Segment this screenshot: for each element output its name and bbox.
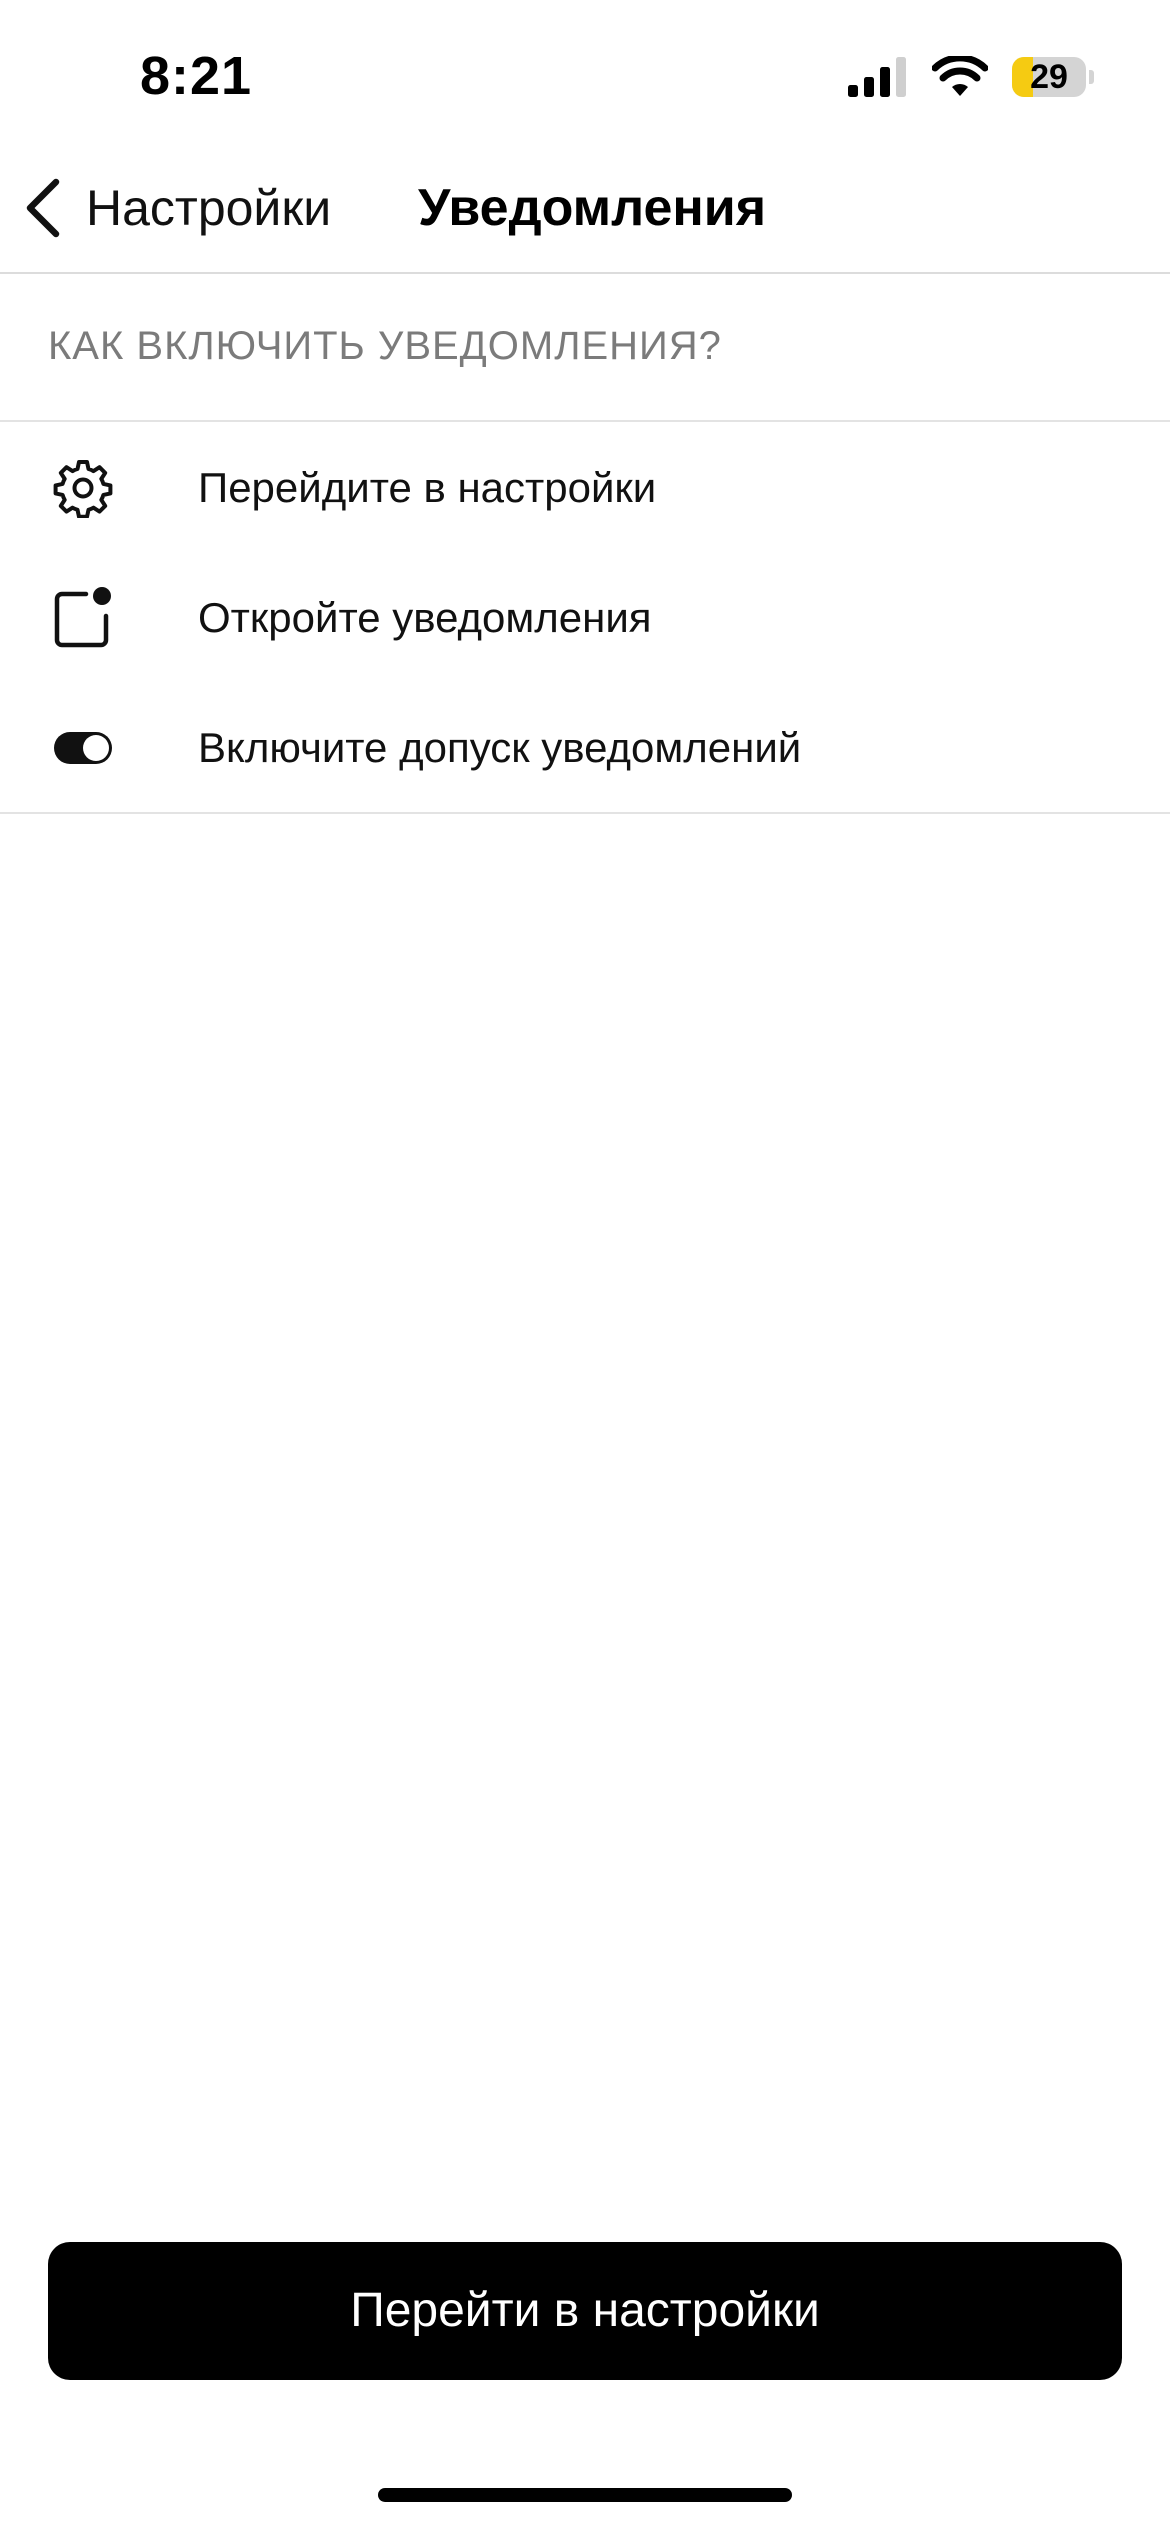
section-header: КАК ВКЛЮЧИТЬ УВЕДОМЛЕНИЯ? [0,274,1170,422]
page-title: Уведомления [418,179,767,237]
notification-badge-icon [50,585,116,651]
signal-icon [848,57,906,97]
back-button-label: Настройки [86,180,332,236]
notifications-screen: 8:21 29 Настройки Уведомления КАК ВКЛЮЧИ… [0,0,1170,2532]
go-to-settings-button[interactable]: Перейти в настройки [48,2242,1122,2380]
chevron-left-icon [26,178,60,238]
wifi-icon [932,56,988,96]
navigation-bar: Настройки Уведомления [0,150,1170,274]
step-label: Включите допуск уведомлений [198,724,802,771]
step-label: Откройте уведомления [198,594,652,641]
battery-icon: 29 [1012,57,1086,97]
status-icons: 29 [848,52,1094,102]
instruction-steps: Перейдите в настройки Откройте уведомлен… [0,422,1170,814]
status-bar: 8:21 29 [0,0,1170,150]
battery-nub [1089,70,1094,84]
back-button[interactable]: Настройки [22,172,331,244]
step-enable-notifications: Включите допуск уведомлений [0,698,1170,798]
home-indicator[interactable] [378,2488,792,2502]
step-open-notifications: Откройте уведомления [0,568,1170,668]
battery-level: 29 [1030,58,1068,96]
gear-icon [50,455,116,521]
toggle-icon [50,715,116,781]
status-time: 8:21 [140,46,253,106]
step-label: Перейдите в настройки [198,464,657,511]
section-title: КАК ВКЛЮЧИТЬ УВЕДОМЛЕНИЯ? [48,324,722,368]
step-open-settings: Перейдите в настройки [0,438,1170,538]
